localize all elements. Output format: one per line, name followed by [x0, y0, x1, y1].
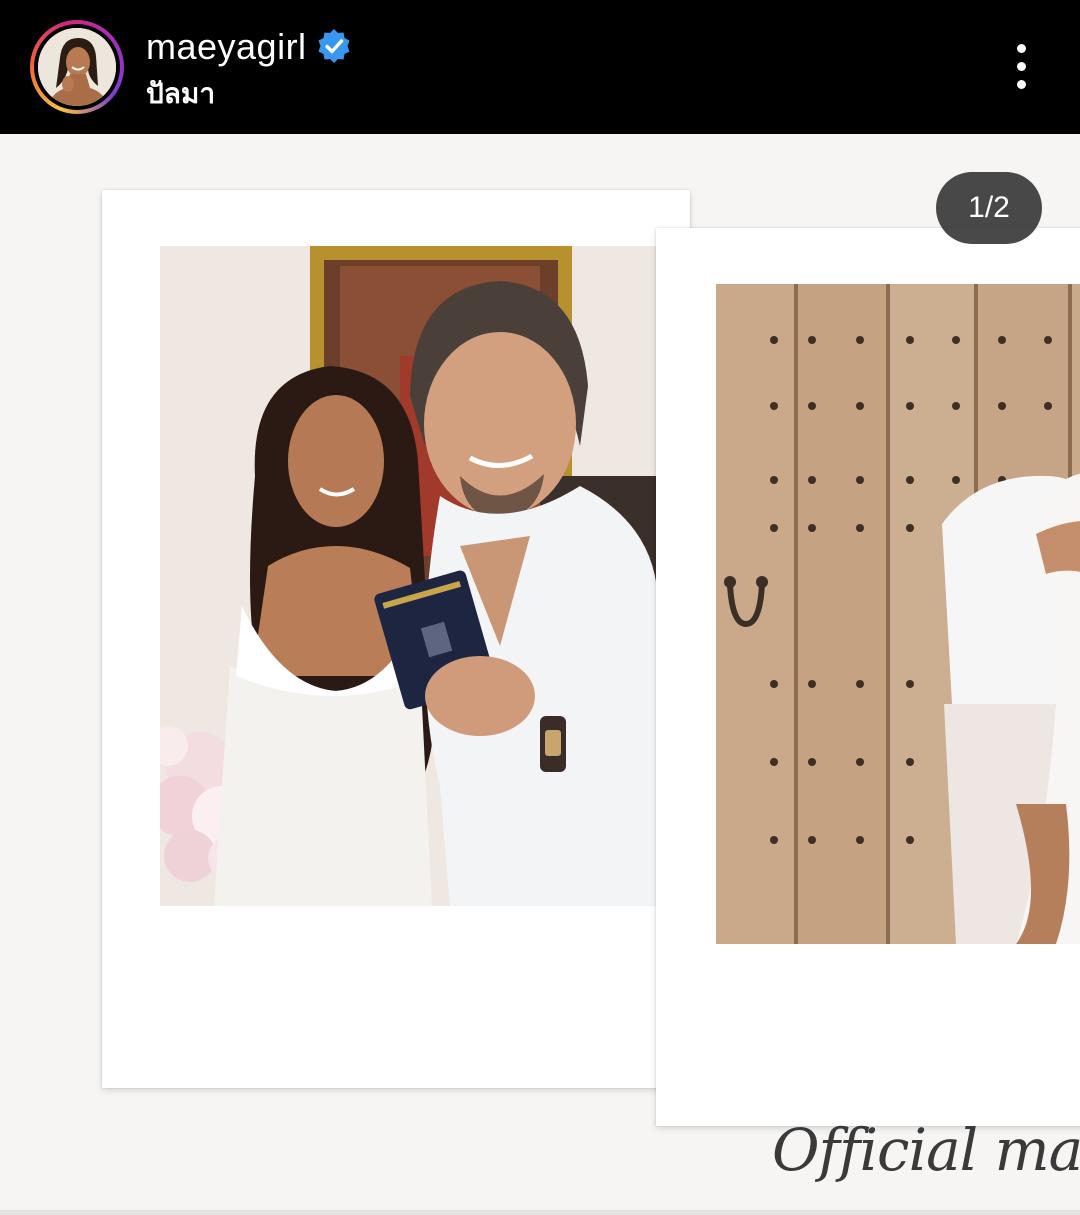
story-ring[interactable] [30, 20, 124, 114]
wedding-couple-photo [160, 246, 658, 906]
more-options-button[interactable] [1004, 40, 1040, 94]
handwritten-caption: Official marri [772, 1116, 1080, 1184]
bottom-edge [0, 1210, 1080, 1215]
more-dot-icon [1017, 44, 1026, 53]
wooden-door-couple-photo [716, 284, 1080, 944]
post-media[interactable]: 1/2 Official marri [0, 134, 1080, 1215]
location-subtitle[interactable]: ปัลมา [146, 72, 215, 116]
avatar[interactable] [38, 28, 116, 106]
more-dot-icon [1017, 62, 1026, 71]
page-counter-badge: 1/2 [936, 172, 1042, 244]
polaroid-frame [656, 228, 1080, 1126]
avatar-image [38, 28, 116, 106]
post-header: maeyagirl ปัลมา [0, 0, 1080, 134]
polaroid-frame [102, 190, 690, 1088]
verified-badge-icon [318, 29, 350, 63]
more-dot-icon [1017, 80, 1026, 89]
username[interactable]: maeyagirl [146, 26, 307, 68]
